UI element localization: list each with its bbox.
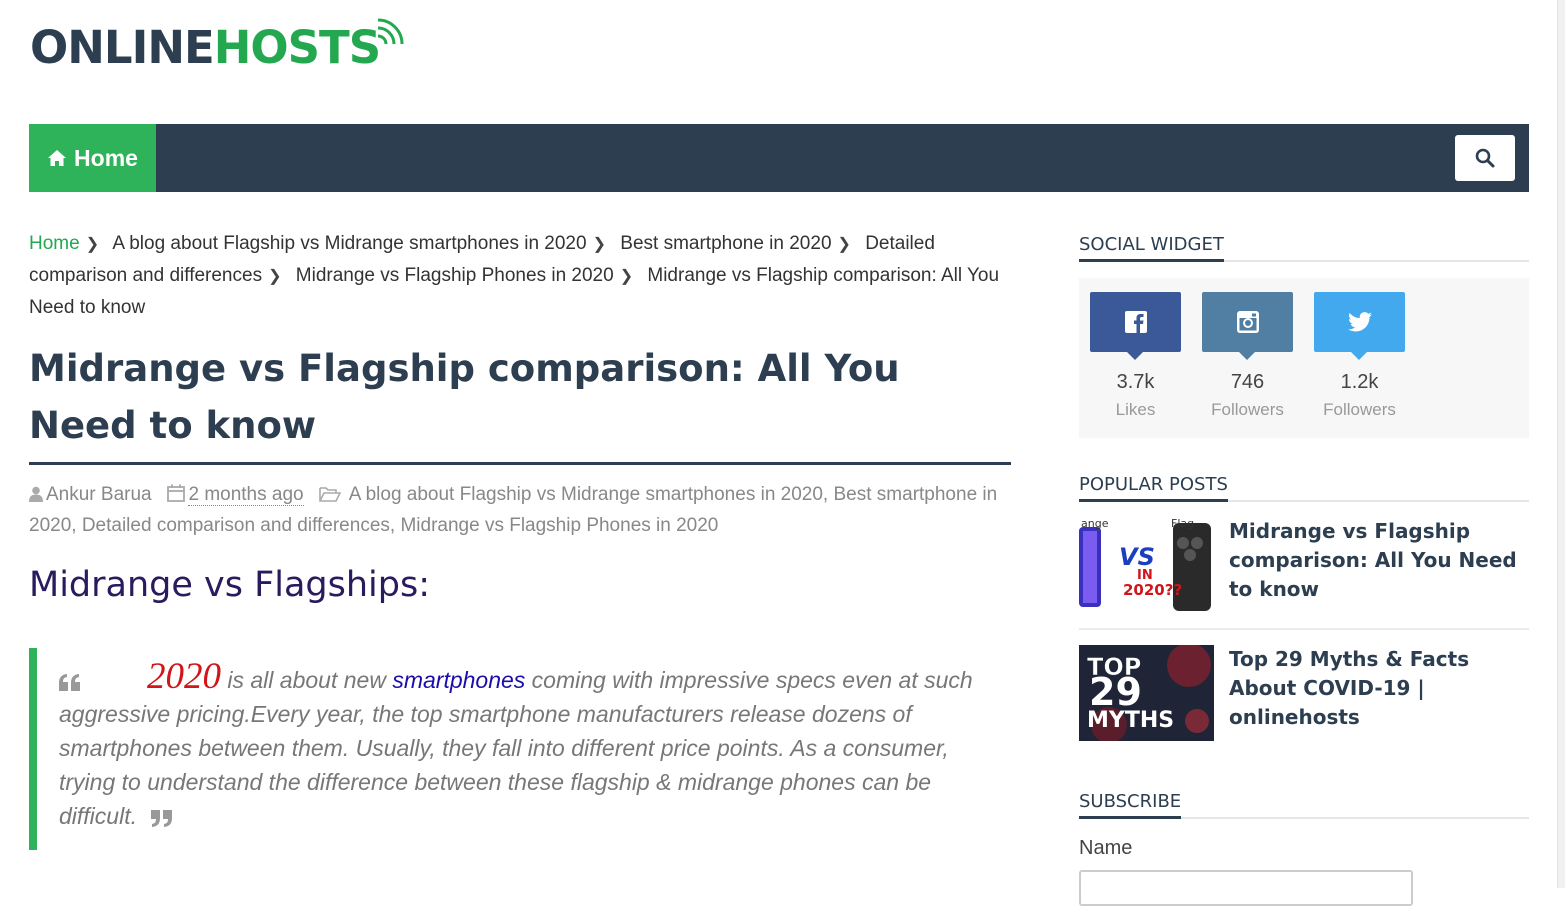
instagram-icon	[1236, 311, 1259, 333]
subscribe-title-text: SUBSCRIBE	[1079, 791, 1182, 819]
logo-text-hosts: HOSTS	[213, 21, 381, 74]
user-icon	[29, 486, 43, 502]
thumb-text: Flag	[1171, 517, 1194, 530]
chevron-right-icon: ❯	[85, 236, 100, 253]
blockquote: 2020 is all about new smartphones coming…	[29, 648, 1012, 850]
chevron-right-icon: ❯	[619, 268, 634, 285]
quote-text: 2020 is all about new smartphones coming…	[59, 658, 1004, 833]
twitter-tile[interactable]	[1314, 292, 1405, 360]
thumb-text: MYTHS	[1087, 708, 1174, 733]
post-category[interactable]: Detailed comparison and differences,	[82, 515, 395, 536]
search-button[interactable]	[1455, 135, 1515, 181]
home-icon	[48, 150, 67, 166]
social-label: Likes	[1115, 400, 1156, 419]
post-author[interactable]: Ankur Barua	[46, 484, 152, 505]
nav-home-label: Home	[74, 144, 138, 171]
breadcrumb-item[interactable]: Midrange vs Flagship Phones in 2020	[296, 265, 614, 286]
logo-text-online: ONLINE	[30, 21, 215, 74]
nav-home-button[interactable]: Home	[29, 124, 156, 192]
main-navbar: Home	[29, 124, 1529, 192]
chevron-right-icon: ❯	[592, 236, 606, 253]
social-twitter[interactable]: 1.2k Followers	[1314, 292, 1405, 420]
quote-year: 2020	[147, 656, 221, 697]
post-category[interactable]: A blog about Flagship vs Midrange smartp…	[349, 484, 829, 505]
post-meta: Ankur Barua 2 months ago A blog about Fl…	[29, 479, 1019, 541]
breadcrumb-home[interactable]: Home	[29, 233, 80, 254]
popular-post-title[interactable]: Midrange vs Flagship comparison: All You…	[1229, 517, 1529, 604]
section-heading: Midrange vs Flagships:	[29, 565, 431, 605]
quote-right-icon	[150, 809, 172, 827]
popular-post-divider	[1079, 628, 1529, 630]
search-icon	[1475, 148, 1495, 168]
folder-open-icon	[319, 487, 342, 502]
popular-posts-title-text: POPULAR POSTS	[1079, 474, 1228, 502]
tile-arrow	[1351, 352, 1367, 360]
post-thumbnail-image: TOP 29 MYTHS	[1079, 645, 1214, 741]
social-label: Followers	[1323, 400, 1396, 419]
breadcrumb: Home ❯ A blog about Flagship vs Midrange …	[29, 228, 1009, 323]
instagram-tile[interactable]	[1202, 292, 1293, 360]
facebook-tile[interactable]	[1090, 292, 1181, 360]
vertical-scrollbar[interactable]	[1557, 0, 1565, 888]
chevron-right-icon: ❯	[837, 236, 851, 253]
post-title: Midrange vs Flagship comparison: All You…	[29, 347, 900, 447]
breadcrumb-item[interactable]: Best smartphone in 2020	[620, 233, 831, 254]
signal-icon	[377, 18, 404, 45]
popular-posts-title: POPULAR POSTS	[1079, 474, 1529, 502]
thumb-text: 2020??	[1123, 581, 1182, 599]
tile-arrow	[1239, 352, 1255, 360]
subscribe-title: SUBSCRIBE	[1079, 791, 1529, 819]
social-widget: 3.7k Likes 746 Followers 1.2k Followers	[1079, 278, 1529, 438]
social-count: 746	[1230, 371, 1265, 393]
social-widget-title-text: SOCIAL WIDGET	[1079, 234, 1224, 262]
name-input[interactable]	[1079, 870, 1413, 906]
post-date: 2 months ago	[188, 484, 304, 506]
popular-post-thumbnail[interactable]: TOP 29 MYTHS	[1079, 645, 1214, 741]
breadcrumb-item[interactable]: A blog about Flagship vs Midrange smartp…	[112, 233, 586, 254]
facebook-icon	[1124, 311, 1147, 333]
post-category[interactable]: Midrange vs Flagship Phones in 2020	[400, 515, 718, 536]
social-count: 1.2k	[1340, 371, 1379, 393]
popular-post-title[interactable]: Top 29 Myths & Facts About COVID-19 | on…	[1229, 645, 1529, 732]
calendar-icon	[167, 484, 186, 502]
social-count: 3.7k	[1116, 371, 1155, 393]
thumb-text: ange	[1081, 517, 1109, 530]
social-facebook[interactable]: 3.7k Likes	[1090, 292, 1181, 420]
thumb-text: VS	[1119, 543, 1155, 571]
quote-text-part: is all about new	[221, 667, 393, 693]
social-widget-title: SOCIAL WIDGET	[1079, 234, 1529, 262]
post-thumbnail-image: ange Flag VS IN 2020??	[1079, 517, 1214, 613]
social-instagram[interactable]: 746 Followers	[1202, 292, 1293, 420]
title-divider	[29, 462, 1011, 465]
site-logo[interactable]: ONLINE HOSTS	[30, 16, 404, 70]
quote-keyword-link[interactable]: smartphones	[392, 667, 525, 693]
chevron-right-icon: ❯	[268, 268, 282, 285]
popular-post-thumbnail[interactable]: ange Flag VS IN 2020??	[1079, 517, 1214, 613]
tile-arrow	[1127, 352, 1143, 360]
twitter-icon	[1347, 312, 1372, 332]
social-label: Followers	[1211, 400, 1284, 419]
name-field-label: Name	[1079, 837, 1133, 859]
